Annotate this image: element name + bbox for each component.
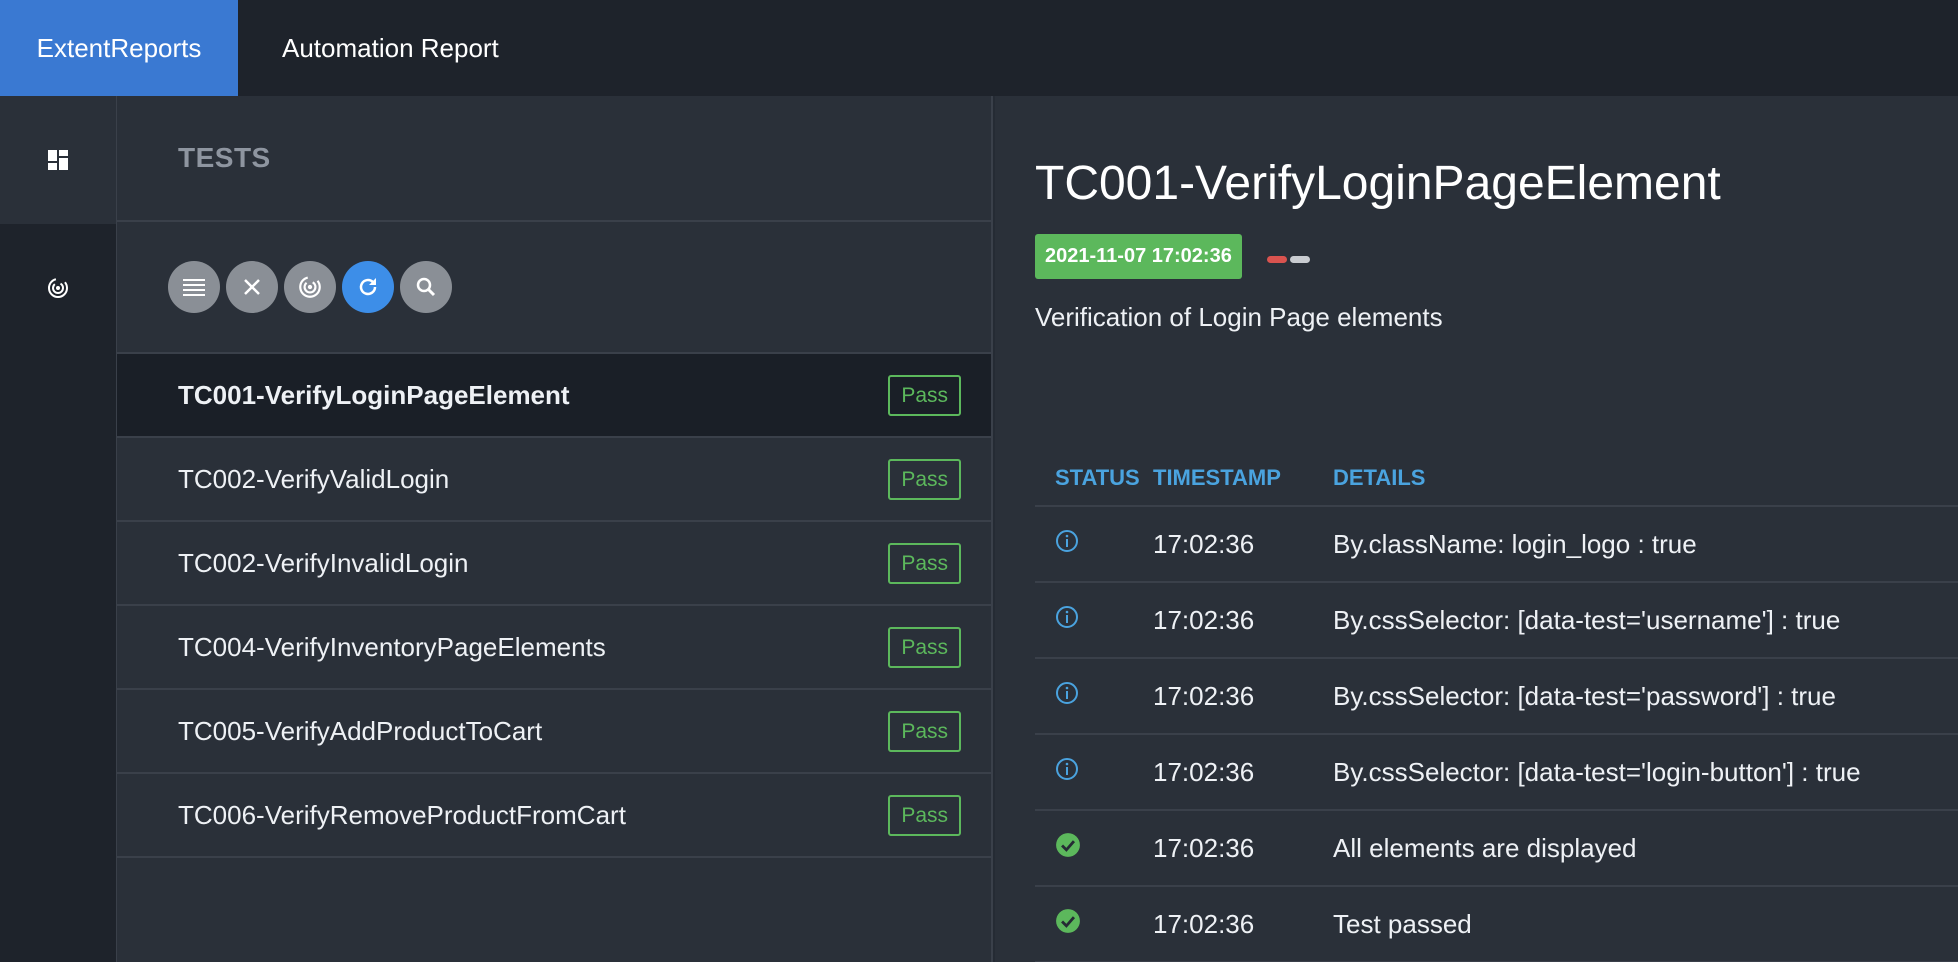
test-list-item[interactable]: TC005-VerifyAddProductToCart Pass [117,690,991,774]
list-all-button[interactable] [168,261,220,313]
test-list-item[interactable]: TC002-VerifyInvalidLogin Pass [117,522,991,606]
log-timestamp: 17:02:36 [1153,734,1333,811]
test-description: Verification of Login Page elements [1035,302,1443,332]
refresh-icon [359,278,377,296]
check-circle-icon [1056,908,1080,933]
fail-indicator [1267,256,1287,263]
log-details: All elements are displayed [1333,810,1958,887]
log-details: By.className: login_logo : true [1333,506,1958,583]
close-icon [244,279,260,295]
filter-category-button[interactable] [284,261,336,313]
log-details: By.cssSelector: [data-test='password'] :… [1333,658,1958,735]
timestamp-badge: 2021-11-07 17:02:36 [1035,234,1242,279]
test-name: TC002-VerifyValidLogin [178,463,450,494]
log-table: STATUS TIMESTAMP DETAILS 17:02:36 By.cla… [1035,450,1958,962]
info-icon [1056,681,1078,704]
search-icon [416,277,436,297]
status-badge: Pass [888,710,961,752]
log-timestamp: 17:02:36 [1153,886,1333,962]
skip-indicator [1290,256,1310,263]
radar-icon [48,278,68,298]
tests-header: TESTS [117,96,991,222]
info-icon [1056,605,1078,628]
test-list-item[interactable]: TC002-VerifyValidLogin Pass [117,438,991,522]
column-header-timestamp: TIMESTAMP [1153,450,1333,507]
log-row: 17:02:36 Test passed [1035,886,1958,962]
log-timestamp: 17:02:36 [1153,582,1333,659]
column-header-details: DETAILS [1333,450,1958,507]
refresh-button[interactable] [342,261,394,313]
test-list: TC001-VerifyLoginPageElement Pass TC002-… [117,354,991,858]
log-row: 17:02:36 By.cssSelector: [data-test='use… [1035,582,1958,659]
side-nav [0,96,117,962]
test-name: TC006-VerifyRemoveProductFromCart [178,799,626,830]
status-badge: Pass [888,626,961,668]
status-badge: Pass [888,794,961,836]
log-row: 17:02:36 By.className: login_logo : true [1035,506,1958,583]
test-name: TC005-VerifyAddProductToCart [178,715,543,746]
log-details: By.cssSelector: [data-test='username'] :… [1333,582,1958,659]
status-badge: Pass [888,542,961,584]
test-name: TC002-VerifyInvalidLogin [178,547,469,578]
search-button[interactable] [400,261,452,313]
check-circle-icon [1056,832,1080,857]
report-title: Automation Report [282,32,499,63]
test-list-item[interactable]: TC001-VerifyLoginPageElement Pass [117,354,991,438]
test-detail-title: TC001-VerifyLoginPageElement [1035,157,1721,210]
nav-item-radar[interactable] [0,224,116,352]
filter-failed-button[interactable] [226,261,278,313]
log-details: By.cssSelector: [data-test='login-button… [1333,734,1958,811]
log-timestamp: 17:02:36 [1153,506,1333,583]
status-badge: Pass [888,458,961,500]
tests-panel: TESTS TC001-VerifyLoginPageElement Pass … [117,96,993,962]
tests-toolbar [117,222,991,354]
log-row: 17:02:36 By.cssSelector: [data-test='log… [1035,734,1958,811]
log-table-header: STATUS TIMESTAMP DETAILS [1035,450,1958,507]
dashboard-icon [48,150,68,170]
nav-item-dashboard[interactable] [0,96,116,224]
test-name: TC001-VerifyLoginPageElement [178,379,570,410]
log-row: 17:02:36 All elements are displayed [1035,810,1958,887]
top-bar: ExtentReports Automation Report [0,0,1958,96]
info-icon [1056,757,1078,780]
status-badge: Pass [888,374,961,416]
brand-logo[interactable]: ExtentReports [0,0,238,96]
radar-icon [299,276,321,298]
test-detail-panel: TC001-VerifyLoginPageElement 2021-11-07 … [995,96,1958,962]
list-icon [183,279,205,296]
tests-title: TESTS [178,142,271,173]
log-details: Test passed [1333,886,1958,962]
info-icon [1056,529,1078,552]
log-timestamp: 17:02:36 [1153,810,1333,887]
log-timestamp: 17:02:36 [1153,658,1333,735]
log-row: 17:02:36 By.cssSelector: [data-test='pas… [1035,658,1958,735]
test-list-item[interactable]: TC006-VerifyRemoveProductFromCart Pass [117,774,991,858]
test-name: TC004-VerifyInventoryPageElements [178,631,606,662]
column-header-status: STATUS [1035,450,1153,507]
test-list-item[interactable]: TC004-VerifyInventoryPageElements Pass [117,606,991,690]
